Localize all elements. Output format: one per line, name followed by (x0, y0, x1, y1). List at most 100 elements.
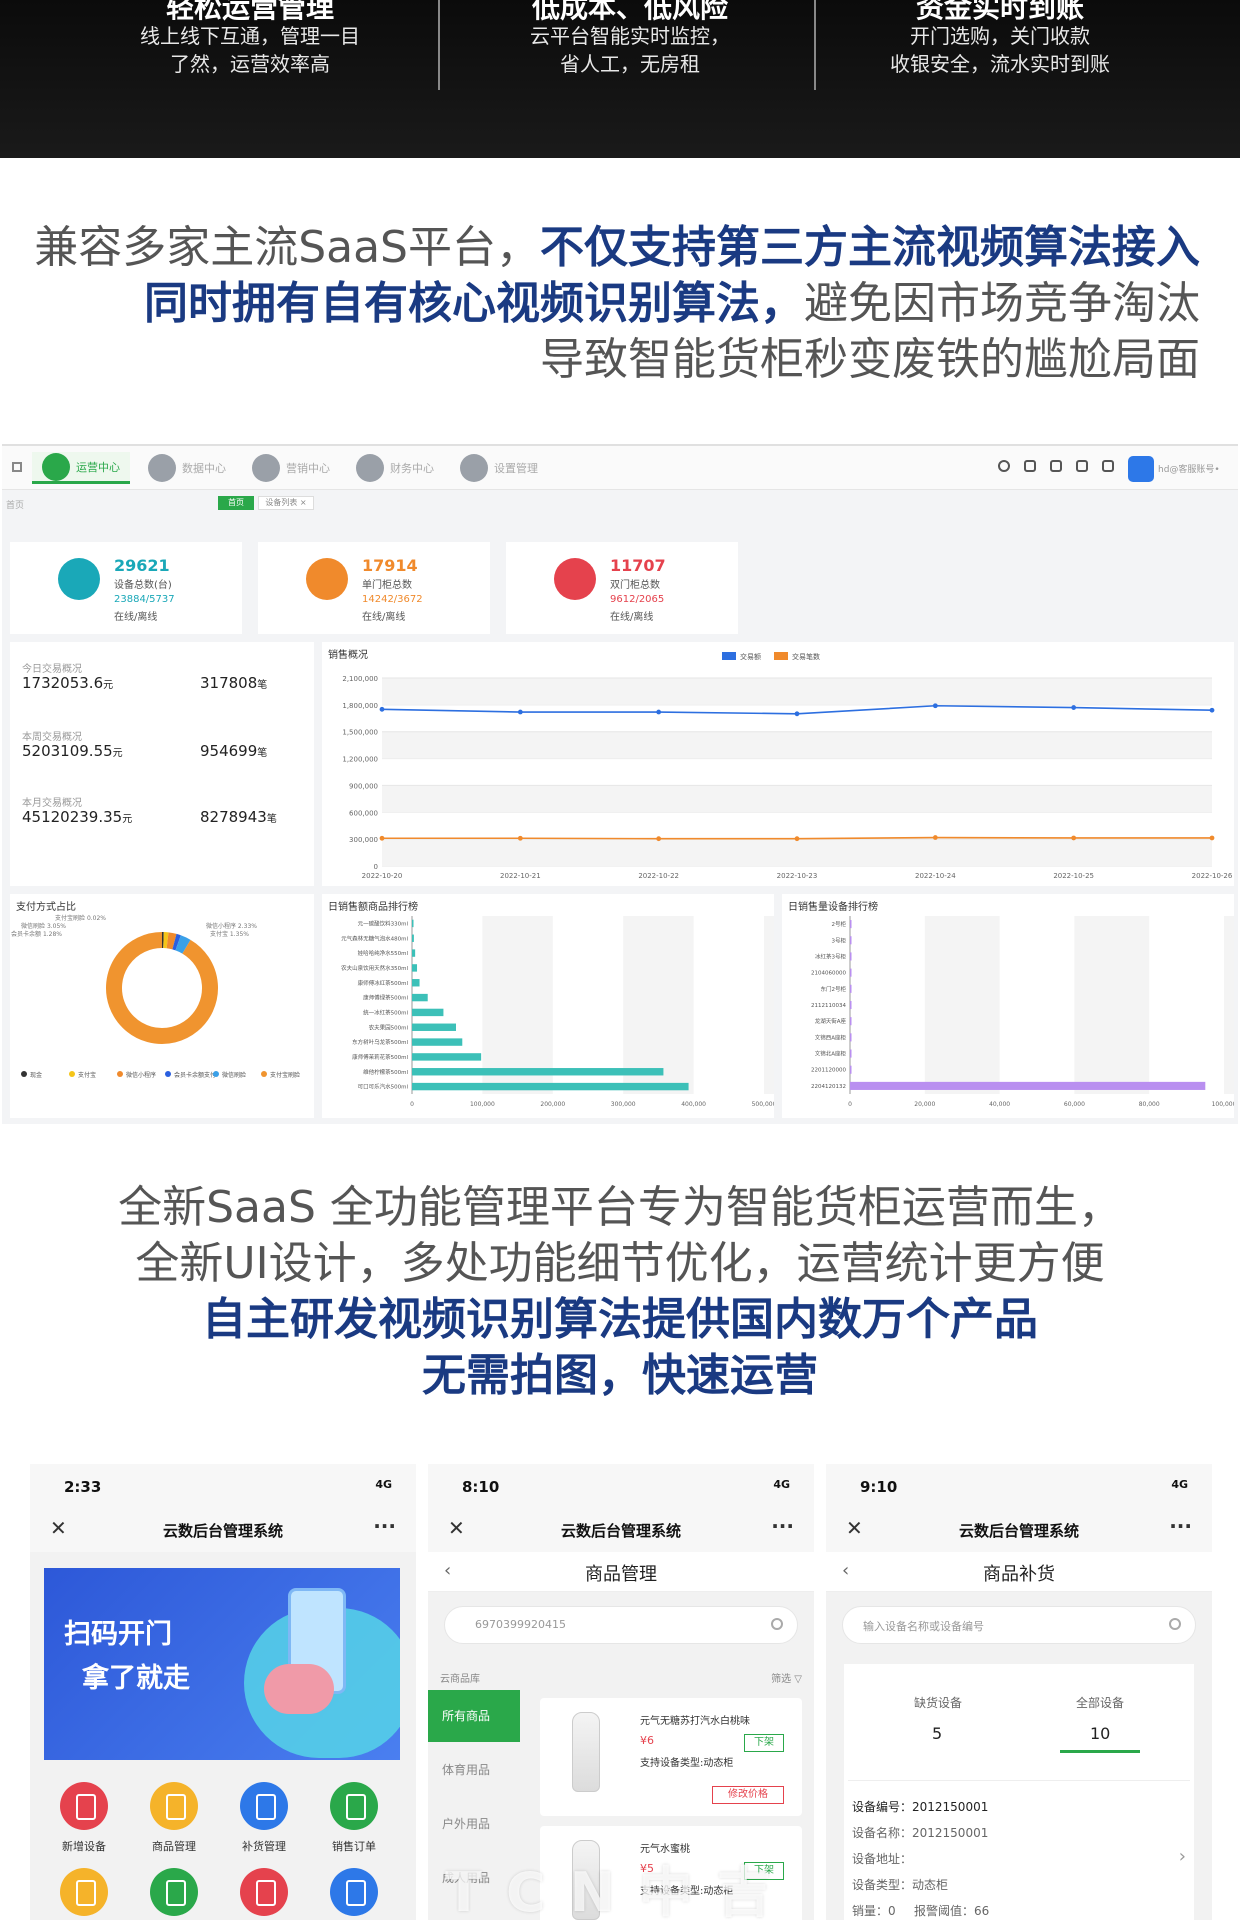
mid-line-4: 无需拍图，快速运营 (422, 1350, 818, 1401)
pie-callout-label: 会员卡余额 1.28% (11, 930, 62, 938)
category-item[interactable]: 体育用品 (428, 1744, 520, 1796)
kv-amount: 45120239.35元 (22, 808, 133, 826)
banner-col-funds: 资金实时到账 开门选购，关门收款 收银安全，流水实时到账 (810, 0, 1190, 158)
nav-data[interactable]: 数据中心 (148, 452, 226, 484)
delist-button[interactable]: 下架 (744, 1734, 784, 1752)
bar (412, 919, 414, 928)
stat-label: 单门柜总数 (362, 580, 412, 591)
legend-label: 交易笔数 (792, 652, 820, 661)
chevron-right-icon[interactable]: › (1179, 1846, 1186, 1867)
stat-value: 17914 (362, 556, 418, 575)
menu-icon[interactable] (12, 462, 22, 472)
category-item[interactable]: 户外用品 (428, 1798, 520, 1850)
stat-sub: 14242/3672 (362, 594, 423, 605)
status-bar: 9:10 4G (826, 1464, 1212, 1508)
bar (850, 1065, 852, 1074)
search-icon[interactable] (998, 460, 1010, 472)
add-device-icon[interactable] (60, 1782, 108, 1830)
banner-line: 了然，运营效率高 (170, 52, 330, 76)
legend-dot (165, 1071, 171, 1077)
finance-icon (356, 454, 384, 482)
category-label: 康师傅绿茶500ml (363, 994, 408, 1002)
sales-order-icon[interactable] (330, 1782, 378, 1830)
app-bar: ✕ 云数后台管理系统 ··· (826, 1508, 1212, 1552)
fullscreen-icon[interactable] (1050, 460, 1062, 472)
kv-label: 今日交易概况 (22, 664, 82, 675)
app-label: 销售订单 (332, 1840, 376, 1853)
search-input[interactable]: 6970399920415 (444, 1606, 798, 1644)
nav-marketing[interactable]: 营销中心 (252, 452, 330, 484)
product-type: 支持设备类型:动态柜 (640, 1758, 734, 1769)
stat-card-single: 17914 单门柜总数 14242/3672 在线/离线 (258, 542, 490, 634)
kv-amount: 1732053.6元 (22, 674, 114, 692)
stat-value: 29621 (114, 556, 170, 575)
stat-label: 双门柜总数 (610, 580, 660, 591)
x-tick-label: 2022-10-20 (362, 872, 403, 880)
tab-out-of-stock[interactable]: 缺货设备 (914, 1694, 962, 1711)
y-tick-label: 1,800,000 (342, 702, 378, 710)
headline-line-3: 导致智能货柜秒变废铁的尴尬局面 (540, 332, 1200, 388)
x-tick-label: 2022-10-22 (638, 872, 679, 880)
banner-line: 开门选购，关门收款 (910, 24, 1090, 48)
x-tick-label: 2022-10-25 (1053, 872, 1094, 880)
search-icon[interactable] (771, 1618, 783, 1630)
product-manage-icon[interactable] (150, 1782, 198, 1830)
tab-device-list[interactable]: 设备列表 × (258, 496, 314, 510)
bar (412, 1023, 456, 1031)
data-point (932, 835, 938, 840)
grid-band (764, 916, 774, 1094)
search-icon[interactable] (1169, 1618, 1181, 1630)
nav-label: 营销中心 (286, 462, 330, 475)
bell-icon[interactable] (1024, 460, 1036, 472)
filter-button[interactable]: 筛选 ▽ (771, 1670, 802, 1685)
more-icon[interactable]: ··· (373, 1514, 396, 1538)
category-label: 元一碳酸饮料330ml (358, 919, 409, 927)
more-icon[interactable]: ··· (1169, 1514, 1192, 1538)
product-card[interactable]: 元气无糖苏打汽水白桃味 ¥6 支持设备类型:动态柜 下架 修改价格 (540, 1698, 802, 1816)
image-icon[interactable] (1102, 460, 1114, 472)
x-tick-label: 2022-10-23 (777, 872, 818, 880)
breadcrumb[interactable]: 首页 (6, 498, 24, 511)
app-bar: ✕ 云数后台管理系统 ··· (30, 1508, 416, 1552)
tab-home[interactable]: 首页 (218, 496, 254, 510)
category-label: 农夫果园500ml (369, 1023, 409, 1031)
stat-sub-label: 在线/离线 (362, 612, 406, 623)
phone-restock: 9:10 4G ✕ 云数后台管理系统 ··· ‹ 商品补货 输入设备名称或设备编… (826, 1464, 1212, 1920)
all-devices-count: 10 (1090, 1724, 1111, 1743)
legend-label: 支付宝 (78, 1071, 96, 1079)
nav-operation[interactable]: 运营中心 (32, 452, 130, 484)
mid-line-1: 全新SaaS 全功能管理平台专为智能货柜运营而生， (118, 1182, 1122, 1233)
avatar[interactable] (1128, 456, 1154, 482)
status-bar: 2:33 4G (30, 1464, 416, 1508)
grid-band (924, 916, 1000, 1094)
category-all[interactable]: 所有商品 (428, 1690, 520, 1742)
bar (412, 949, 416, 957)
restock-icon[interactable] (240, 1782, 288, 1830)
nav-label: 数据中心 (182, 462, 226, 475)
tab-all-devices[interactable]: 全部设备 (1076, 1694, 1124, 1711)
hero-banner[interactable]: 扫码开门 拿了就走 (44, 1568, 400, 1760)
user-name[interactable]: hd@客服账号• (1158, 462, 1220, 475)
edit-price-button[interactable]: 修改价格 (712, 1786, 784, 1804)
page-header: ‹ 商品管理 (428, 1552, 814, 1592)
feature-banner: 轻松运营管理 线上线下互通，管理一目 了然，运营效率高 低成本、低风险 云平台智… (0, 0, 1240, 158)
nav-label: 财务中心 (390, 462, 434, 475)
product-name: 元气水蜜桃 (640, 1844, 690, 1855)
category-label: 东门2号柜 (821, 985, 847, 993)
stat-label: 设备总数(台) (114, 580, 172, 591)
data-point (656, 709, 662, 715)
more-icon[interactable]: ··· (771, 1514, 794, 1538)
search-input[interactable]: 输入设备名称或设备编号 (842, 1606, 1196, 1644)
x-tick-label: 100,000 (470, 1101, 495, 1108)
bar (850, 936, 852, 945)
nav-settings[interactable]: 设置管理 (460, 452, 538, 484)
legend-label: 微信刷脸 (222, 1071, 246, 1079)
banner-line: 云平台智能实时监控， (530, 24, 730, 48)
grid-band (1224, 916, 1234, 1094)
cabinet-icon (306, 558, 348, 600)
status-time: 9:10 (860, 1478, 898, 1496)
nav-finance[interactable]: 财务中心 (356, 452, 434, 484)
font-size-icon[interactable] (1076, 460, 1088, 472)
stat-sub: 23884/5737 (114, 594, 175, 605)
bar (412, 1068, 664, 1076)
